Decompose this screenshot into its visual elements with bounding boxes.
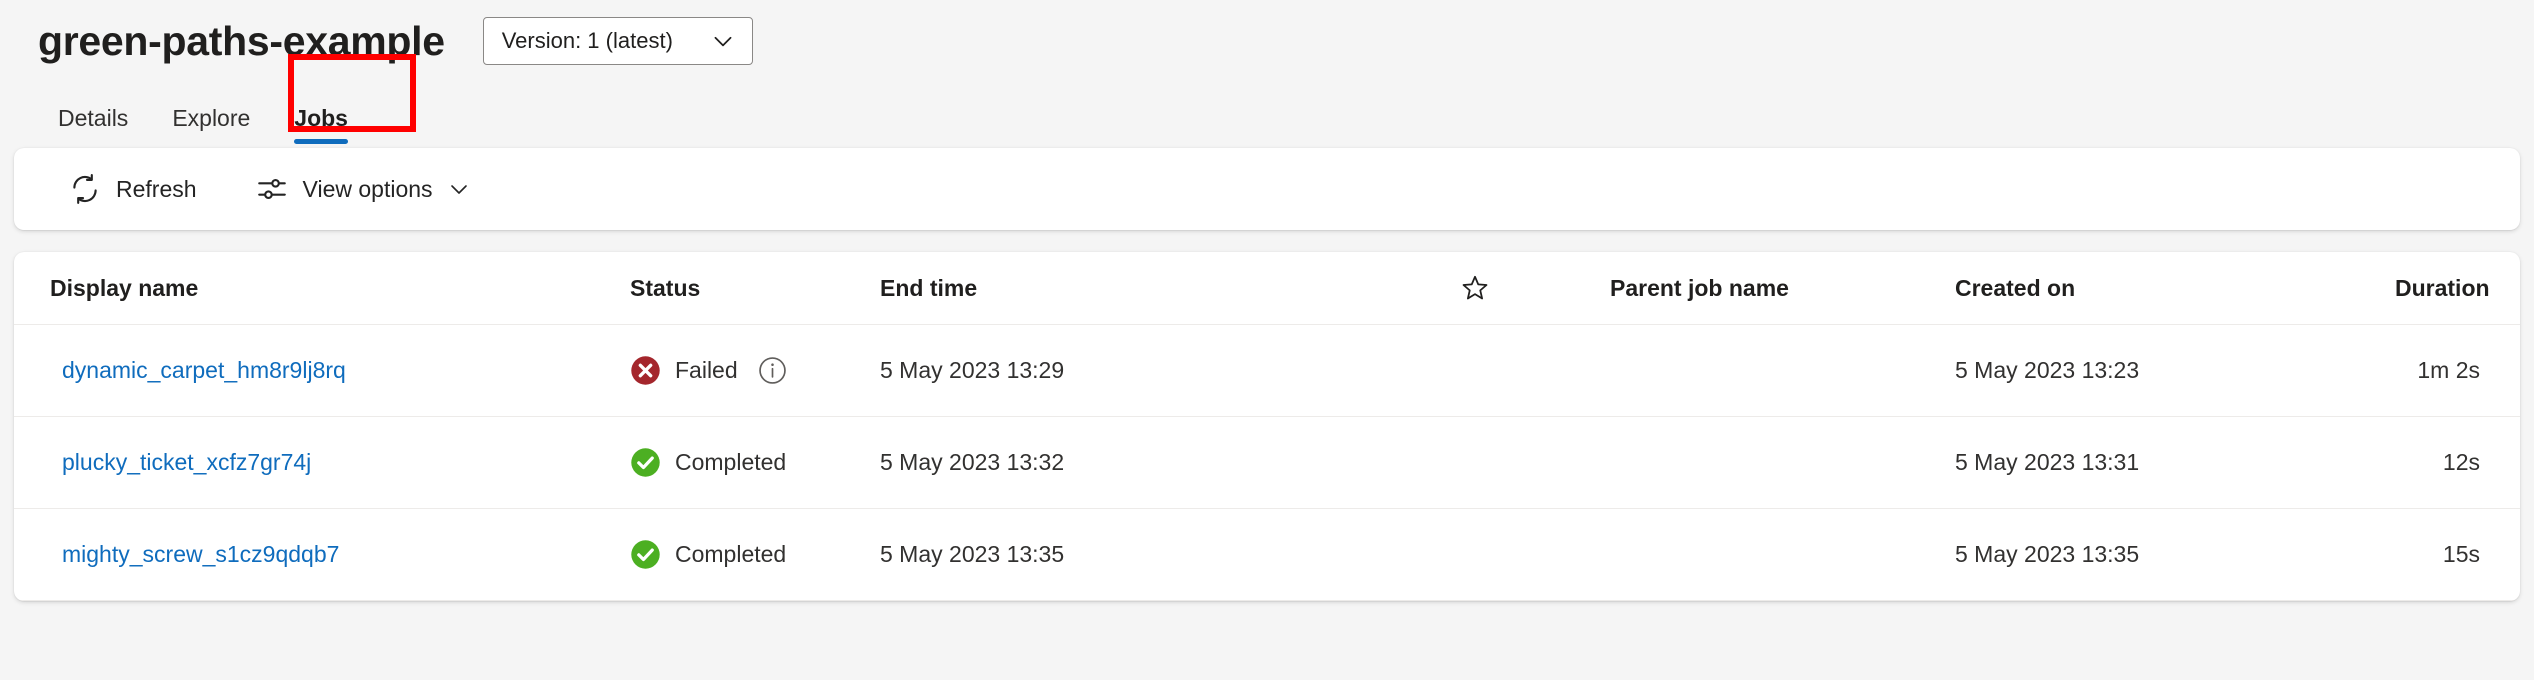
refresh-label: Refresh xyxy=(116,176,197,203)
tab-active-indicator xyxy=(294,139,348,144)
column-header-display-name[interactable]: Display name xyxy=(14,252,630,325)
success-circle-icon xyxy=(630,539,661,570)
tab-bar: Details Explore Jobs xyxy=(0,84,2534,144)
star-icon[interactable] xyxy=(1460,273,1490,303)
column-header-end-time[interactable]: End time xyxy=(880,252,1460,325)
cell-favorite[interactable] xyxy=(1460,509,1610,601)
tab-details-label: Details xyxy=(58,105,128,131)
column-header-favorite[interactable] xyxy=(1460,252,1610,325)
refresh-icon xyxy=(68,172,102,206)
tab-jobs[interactable]: Jobs xyxy=(272,107,370,144)
jobs-table-body: dynamic_carpet_hm8r9lj8rq Failed xyxy=(14,325,2520,601)
cell-status: Failed xyxy=(630,325,880,417)
tab-explore-label: Explore xyxy=(172,105,250,131)
sliders-icon xyxy=(255,172,289,206)
table-header-row: Display name Status End time Parent job … xyxy=(14,252,2520,325)
table-row[interactable]: dynamic_carpet_hm8r9lj8rq Failed xyxy=(14,325,2520,417)
job-link[interactable]: plucky_ticket_xcfz7gr74j xyxy=(50,449,311,475)
jobs-table-card: Display name Status End time Parent job … xyxy=(14,252,2520,601)
cell-duration: 1m 2s xyxy=(2395,325,2520,417)
chevron-down-icon xyxy=(710,28,736,54)
cell-end-time: 5 May 2023 13:29 xyxy=(880,325,1460,417)
table-row[interactable]: plucky_ticket_xcfz7gr74j Completed xyxy=(14,417,2520,509)
jobs-table-header: Display name Status End time Parent job … xyxy=(14,252,2520,325)
view-options-button[interactable]: View options xyxy=(241,161,485,217)
column-header-duration[interactable]: Duration xyxy=(2395,252,2520,325)
column-header-created-on[interactable]: Created on xyxy=(1955,252,2395,325)
column-header-parent-job-name[interactable]: Parent job name xyxy=(1610,252,1955,325)
cell-end-time: 5 May 2023 13:32 xyxy=(880,417,1460,509)
page-header: green-paths-example Version: 1 (latest) xyxy=(0,0,2534,62)
jobs-table: Display name Status End time Parent job … xyxy=(14,252,2520,601)
status-text: Failed xyxy=(675,357,738,384)
info-icon[interactable] xyxy=(758,356,787,385)
job-link[interactable]: dynamic_carpet_hm8r9lj8rq xyxy=(50,357,346,383)
cell-status: Completed xyxy=(630,417,880,509)
cell-parent-job-name xyxy=(1610,417,1955,509)
cell-parent-job-name xyxy=(1610,325,1955,417)
version-select[interactable]: Version: 1 (latest) xyxy=(483,17,753,65)
page-title: green-paths-example xyxy=(38,21,445,62)
status-badge: Completed xyxy=(630,417,880,508)
chevron-down-icon xyxy=(447,177,471,201)
cell-favorite[interactable] xyxy=(1460,417,1610,509)
cell-created-on: 5 May 2023 13:23 xyxy=(1955,325,2395,417)
cell-end-time: 5 May 2023 13:35 xyxy=(880,509,1460,601)
tab-details[interactable]: Details xyxy=(36,107,150,144)
version-select-label: Version: 1 (latest) xyxy=(502,28,673,54)
column-header-status[interactable]: Status xyxy=(630,252,880,325)
tab-explore[interactable]: Explore xyxy=(150,107,272,144)
view-options-label: View options xyxy=(303,176,433,203)
cell-favorite[interactable] xyxy=(1460,325,1610,417)
status-text: Completed xyxy=(675,541,786,568)
cell-duration: 15s xyxy=(2395,509,2520,601)
cell-parent-job-name xyxy=(1610,509,1955,601)
cell-duration: 12s xyxy=(2395,417,2520,509)
status-badge: Failed xyxy=(630,325,880,416)
cell-display-name: plucky_ticket_xcfz7gr74j xyxy=(14,417,630,509)
table-row[interactable]: mighty_screw_s1cz9qdqb7 Completed xyxy=(14,509,2520,601)
cell-created-on: 5 May 2023 13:31 xyxy=(1955,417,2395,509)
jobs-toolbar: Refresh View options xyxy=(14,148,2520,230)
cell-status: Completed xyxy=(630,509,880,601)
refresh-button[interactable]: Refresh xyxy=(54,161,211,217)
status-text: Completed xyxy=(675,449,786,476)
cell-display-name: mighty_screw_s1cz9qdqb7 xyxy=(14,509,630,601)
status-badge: Completed xyxy=(630,509,880,600)
error-circle-icon xyxy=(630,355,661,386)
job-link[interactable]: mighty_screw_s1cz9qdqb7 xyxy=(50,541,339,567)
tab-jobs-label: Jobs xyxy=(294,105,348,131)
cell-created-on: 5 May 2023 13:35 xyxy=(1955,509,2395,601)
jobs-page: green-paths-example Version: 1 (latest) … xyxy=(0,0,2534,680)
success-circle-icon xyxy=(630,447,661,478)
cell-display-name: dynamic_carpet_hm8r9lj8rq xyxy=(14,325,630,417)
